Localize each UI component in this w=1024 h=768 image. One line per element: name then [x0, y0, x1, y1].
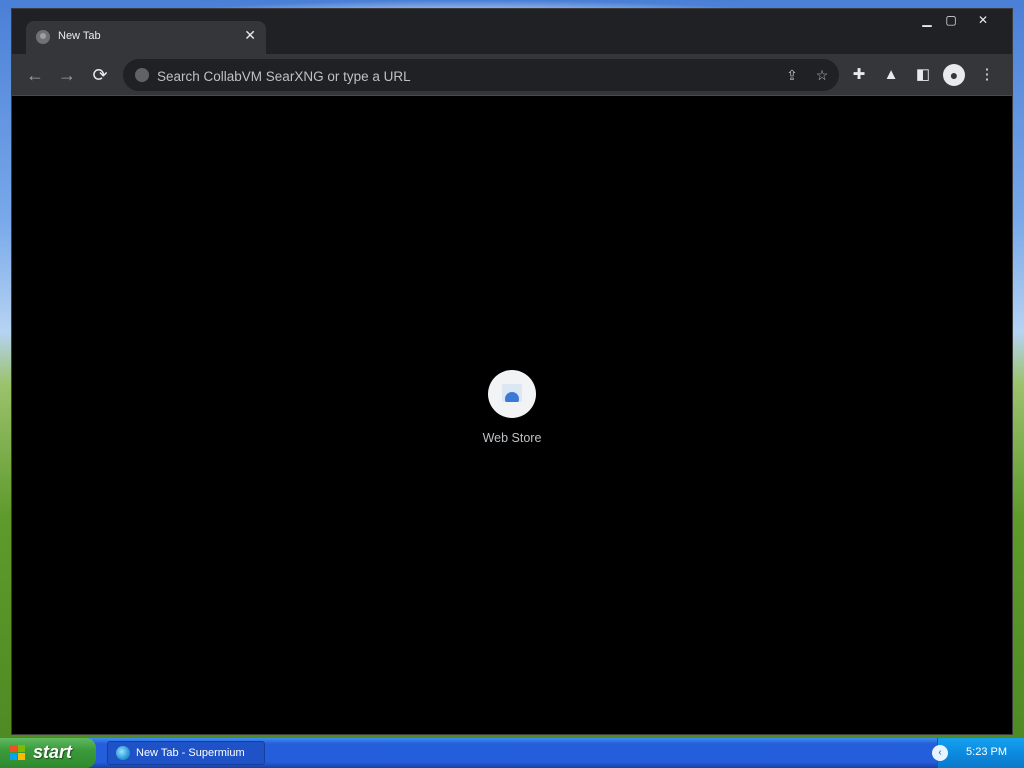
- share-icon[interactable]: ⇪: [783, 66, 801, 84]
- new-tab-page: Web Store: [12, 96, 1012, 734]
- maximize-button[interactable]: ▢: [936, 11, 966, 29]
- title-bar: New Tab ✕ ▁ ▢ ✕: [12, 9, 1012, 54]
- start-button[interactable]: start: [0, 738, 96, 768]
- labs-flask-icon[interactable]: ▲: [880, 64, 902, 86]
- forward-icon[interactable]: →: [56, 64, 78, 86]
- start-label: start: [33, 742, 73, 762]
- desktop-icon-partial[interactable]: [0, 38, 10, 52]
- taskbar: start New Tab - Supermium ‹ 5:23 PM: [0, 738, 1024, 768]
- close-window-button[interactable]: ✕: [968, 11, 998, 29]
- clock[interactable]: 5:23 PM: [966, 746, 1007, 758]
- taskbar-item-supermium[interactable]: New Tab - Supermium: [107, 741, 265, 765]
- shortcut-web-store[interactable]: Web Store: [474, 370, 550, 450]
- back-icon[interactable]: ←: [24, 64, 46, 86]
- extensions-puzzle-icon[interactable]: ✚: [848, 64, 870, 86]
- shortcut-tile: [488, 370, 536, 418]
- tab-title: New Tab: [58, 30, 101, 42]
- system-tray: ‹ 5:23 PM: [932, 738, 1024, 768]
- desktop-icon-partial[interactable]: [0, 366, 10, 380]
- globe-icon: [36, 30, 50, 44]
- tray-notification-icon[interactable]: ‹: [932, 745, 948, 761]
- omnibox-input[interactable]: [155, 59, 759, 93]
- shortcut-label: Web Store: [482, 431, 542, 445]
- windows-flag-icon: [10, 745, 26, 761]
- tab-new-tab[interactable]: New Tab ✕: [26, 21, 266, 54]
- supermium-icon: [116, 746, 130, 760]
- browser-window: New Tab ✕ ▁ ▢ ✕ ← → ⟳ ⇪ ☆ ✚ ▲ ◧ ● ⋮ Web …: [11, 8, 1013, 735]
- tab-close-button[interactable]: ✕: [244, 27, 256, 44]
- address-bar[interactable]: ⇪ ☆: [123, 59, 839, 93]
- side-panel-icon[interactable]: ◧: [912, 64, 934, 86]
- web-store-icon: [502, 384, 522, 402]
- profile-avatar-icon[interactable]: ●: [943, 64, 965, 86]
- taskbar-item-label: New Tab - Supermium: [136, 747, 245, 759]
- search-engine-icon: [135, 68, 149, 82]
- bookmark-star-icon[interactable]: ☆: [813, 66, 831, 84]
- menu-kebab-icon[interactable]: ⋮: [976, 64, 998, 86]
- browser-toolbar: ← → ⟳ ⇪ ☆ ✚ ▲ ◧ ● ⋮: [12, 54, 1012, 96]
- reload-icon[interactable]: ⟳: [89, 64, 111, 86]
